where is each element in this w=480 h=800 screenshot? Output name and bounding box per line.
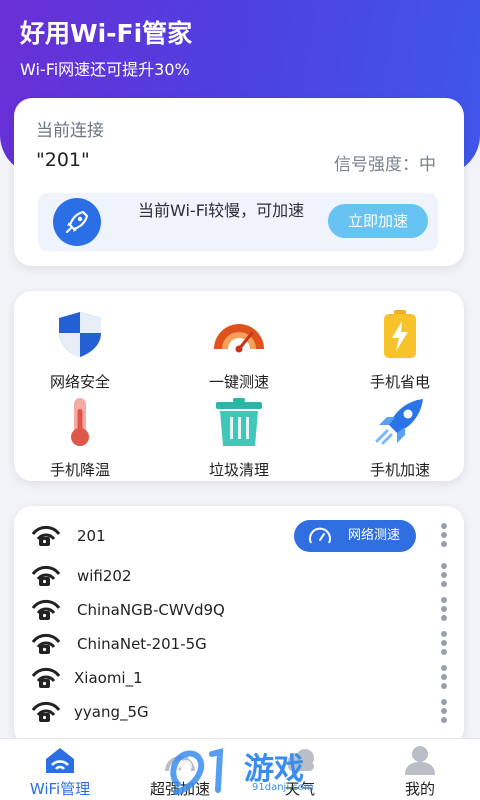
app-subtitle: Wi-Fi网速还可提升30% [20, 60, 190, 79]
boost-now-button[interactable]: 立即加速 [328, 204, 428, 238]
gauge-icon [309, 527, 331, 544]
tool-label: 一键测速 [208, 373, 269, 391]
rocket-icon [371, 397, 429, 447]
list-item[interactable]: 201 网络测速 [14, 520, 464, 554]
list-item[interactable]: ChinaNGB-CWVd9Q [14, 594, 464, 628]
wifi-home-icon [42, 745, 78, 775]
thermometer-icon [51, 397, 109, 447]
user-icon [402, 745, 438, 775]
wifi-list: 201 网络测速 wifi202 ChinaNGB-CWVd9Q ChinaNe… [14, 506, 464, 746]
list-item[interactable]: yyang_5G [14, 696, 464, 730]
speedometer-icon [210, 309, 268, 359]
wifi-name: Xiaomi_1 [74, 669, 143, 687]
tool-power-saving[interactable]: 手机省电 [335, 309, 465, 392]
list-item[interactable]: Xiaomi_1 [14, 662, 464, 696]
list-item[interactable]: wifi202 [14, 560, 464, 594]
battery-icon [371, 309, 429, 359]
tools-grid: 网络安全 一键测速 手机省电 手机降温 垃圾清理 手机加速 [14, 291, 464, 481]
watermark-logo: 游戏 91danji.com [168, 742, 318, 798]
tool-label: 垃圾清理 [208, 461, 269, 479]
tool-network-security[interactable]: 网络安全 [15, 309, 145, 392]
rocket-icon [53, 198, 101, 246]
current-connection-card: 当前连接 "201" 信号强度：中 当前Wi-Fi较慢，可加速 立即加速 [14, 98, 464, 266]
tool-phone-boost[interactable]: 手机加速 [335, 397, 465, 480]
slow-message: 当前Wi-Fi较慢，可加速 [138, 201, 305, 220]
trash-icon [210, 397, 268, 447]
slow-notice: 当前Wi-Fi较慢，可加速 立即加速 [38, 193, 438, 251]
tool-label: 手机降温 [49, 461, 110, 479]
speed-test-button[interactable]: 网络测速 [294, 520, 416, 552]
wifi-name: 201 [77, 527, 106, 545]
watermark-91-icon [170, 748, 224, 795]
more-icon[interactable] [440, 664, 448, 692]
more-icon[interactable] [440, 562, 448, 590]
tab-label: WiFi管理 [29, 780, 91, 798]
locked-wifi-icon [31, 565, 61, 587]
shield-icon [51, 309, 109, 359]
more-icon[interactable] [440, 698, 448, 726]
watermark-url: 91danji.com [252, 782, 314, 793]
tool-label: 网络安全 [49, 373, 110, 391]
locked-wifi-icon [31, 667, 61, 689]
tab-label: 我的 [404, 780, 435, 798]
tool-cleanup[interactable]: 垃圾清理 [174, 397, 304, 480]
more-icon[interactable] [440, 522, 448, 550]
more-icon[interactable] [440, 596, 448, 624]
tab-wifi-management[interactable]: WiFi管理 [0, 739, 120, 800]
current-connection-label: 当前连接 [36, 121, 104, 141]
wifi-name: yyang_5G [74, 703, 149, 721]
locked-wifi-icon [31, 525, 61, 547]
wifi-name: ChinaNGB-CWVd9Q [77, 601, 225, 619]
tool-label: 手机省电 [369, 373, 430, 391]
more-icon[interactable] [440, 630, 448, 658]
app-title: 好用Wi-Fi管家 [20, 19, 193, 48]
wifi-name: wifi202 [77, 567, 132, 585]
tool-label: 手机加速 [369, 461, 430, 479]
tool-speed-test[interactable]: 一键测速 [174, 309, 304, 392]
wifi-name: ChinaNet-201-5G [77, 635, 207, 653]
tool-cooling[interactable]: 手机降温 [15, 397, 145, 480]
locked-wifi-icon [31, 599, 61, 621]
speed-test-label: 网络测速 [348, 528, 401, 543]
current-ssid: "201" [36, 149, 90, 171]
tab-profile[interactable]: 我的 [360, 739, 480, 800]
list-item[interactable]: ChinaNet-201-5G [14, 628, 464, 662]
signal-strength: 信号强度：中 [334, 155, 436, 175]
locked-wifi-icon [31, 633, 61, 655]
locked-wifi-icon [31, 701, 61, 723]
